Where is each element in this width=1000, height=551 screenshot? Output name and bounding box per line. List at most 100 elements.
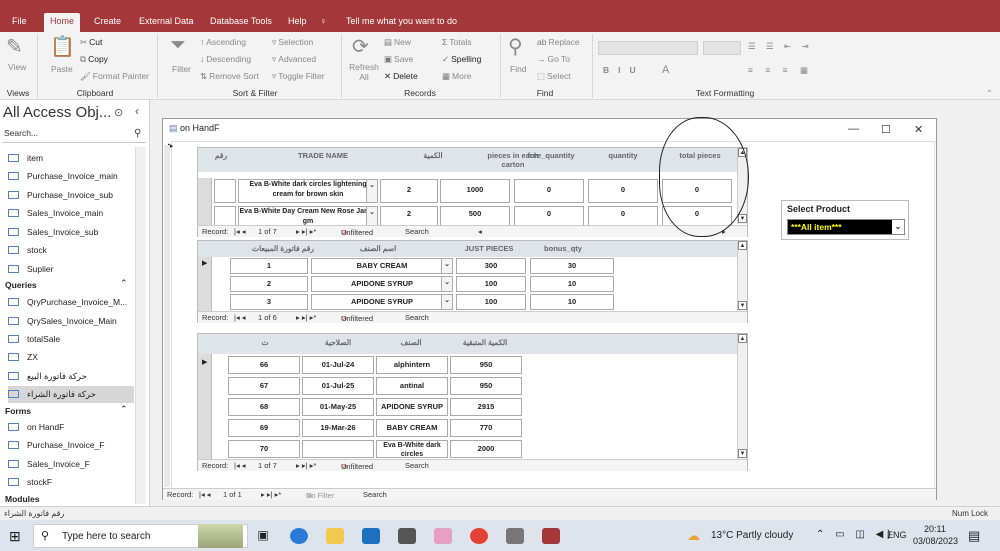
table-cell[interactable]: 70 — [228, 440, 300, 458]
nav-scrollbar[interactable] — [135, 147, 146, 504]
weather-text[interactable]: 13°C Partly cloudy — [711, 530, 793, 541]
table-cell[interactable]: 100 — [456, 294, 526, 310]
save-button[interactable]: ▣ Save — [384, 54, 413, 65]
table-cell[interactable]: BABY CREAM — [376, 419, 448, 437]
advanced-button[interactable]: ▿ Advanced — [272, 54, 316, 65]
chevron-down-icon[interactable]: ⌄ — [441, 259, 452, 273]
delete-button[interactable]: ✕ Delete — [384, 71, 418, 82]
view-button[interactable]: View — [8, 62, 26, 72]
toggle-filter-button[interactable]: ▿ Toggle Filter — [272, 71, 325, 82]
first-record-button[interactable]: |◂ ◂ — [199, 490, 211, 499]
table-cell[interactable]: 69 — [228, 419, 300, 437]
replace-button[interactable]: ab Replace — [537, 37, 580, 47]
chevron-down-icon[interactable]: ⌄ — [366, 180, 377, 202]
next-record-button[interactable]: ▸ ▸| ▸* — [296, 313, 316, 322]
table-cell[interactable]: 10 — [530, 294, 614, 310]
cut-button[interactable]: ✂ Cut — [80, 37, 102, 48]
nav-search-input[interactable]: Search... — [2, 128, 146, 143]
table-cell[interactable]: 2 — [380, 206, 438, 226]
table-cell[interactable]: APIDONE SYRUP — [376, 398, 448, 416]
record-search-box[interactable]: Search — [405, 313, 429, 322]
table-cell[interactable]: 3 — [230, 294, 308, 310]
tell-me-box[interactable]: Tell me what you want to do — [340, 13, 463, 32]
table-cell[interactable]: 1000 — [440, 179, 510, 203]
windows-start-icon[interactable]: ⊞ — [9, 528, 21, 545]
nav-query-item[interactable]: ZX — [8, 349, 134, 366]
nav-collapse-icon[interactable]: ‹ — [135, 104, 139, 118]
find-button[interactable]: Find — [510, 64, 527, 74]
record-search-box[interactable]: Search — [405, 227, 429, 236]
more-button[interactable]: ▦ More — [442, 71, 471, 82]
scroll-down-arrow[interactable]: ▼ — [738, 214, 747, 223]
scroll-down-arrow[interactable]: ▼ — [738, 301, 747, 310]
table-cell[interactable]: 950 — [450, 377, 522, 395]
tab-create[interactable]: Create — [88, 13, 127, 32]
chevron-up-icon[interactable]: ⌃ — [120, 278, 128, 289]
font-name-box[interactable] — [598, 41, 698, 55]
table-cell[interactable]: antinal — [376, 377, 448, 395]
tab-help[interactable]: Help — [282, 13, 313, 32]
vertical-scrollbar[interactable]: ▲ ▼ — [737, 334, 747, 459]
clock-time[interactable]: 20:11 — [924, 524, 946, 534]
chevron-down-icon[interactable]: ⌄ — [366, 207, 377, 225]
table-cell[interactable]: 2 — [380, 179, 438, 203]
access-icon[interactable] — [542, 528, 560, 544]
font-color-icon[interactable]: A — [662, 64, 669, 76]
selection-button[interactable]: ▿ Selection — [272, 37, 313, 48]
nav-query-item[interactable]: حركة فاتورة البيع — [8, 368, 134, 385]
nav-menu-icon[interactable]: ⊙ — [114, 106, 123, 119]
filter-button[interactable]: Filter — [172, 64, 191, 74]
table-cell[interactable]: 0 — [514, 179, 584, 203]
paste-icon[interactable]: 📋 — [50, 34, 75, 59]
record-position[interactable]: 1 of 6 — [258, 313, 277, 322]
table-cell[interactable]: 30 — [530, 258, 614, 274]
chevron-up-icon[interactable]: ⌃ — [120, 404, 128, 415]
minimize-icon[interactable]: — — [848, 123, 859, 135]
nav-table-purchase-invoice-sub[interactable]: Purchase_Invoice_sub — [8, 187, 134, 204]
descending-button[interactable]: ↓ Descending — [200, 54, 251, 64]
nav-queries-header[interactable]: Queries — [5, 280, 37, 290]
format-painter-button[interactable]: 🖌 Format Painter — [80, 71, 149, 82]
table-cell[interactable]: 01-Jul-24 — [302, 356, 374, 374]
record-search-box[interactable]: Search — [405, 461, 429, 470]
table-cell[interactable]: Eva B-White dark circles — [376, 440, 448, 458]
filter-icon[interactable]: ⏷ — [170, 34, 186, 57]
next-record-button[interactable]: ▸ ▸| ▸* — [296, 227, 316, 236]
remote-desktop-icon[interactable] — [506, 528, 524, 544]
copy-button[interactable]: ⧉ Copy — [80, 54, 108, 65]
vertical-scrollbar[interactable]: ▲ ▼ — [737, 241, 747, 311]
remove-sort-button[interactable]: ⇅ Remove Sort — [200, 71, 259, 82]
close-icon[interactable]: ✕ — [914, 123, 923, 136]
nav-query-item-selected[interactable]: حركة فاتورة الشراء — [8, 386, 134, 403]
tab-file[interactable]: File — [6, 13, 33, 32]
first-record-button[interactable]: |◂ ◂ — [234, 227, 246, 236]
nav-table-item[interactable]: item — [8, 150, 134, 167]
maximize-icon[interactable]: ☐ — [881, 123, 891, 136]
new-record-button[interactable]: ▤ New — [384, 37, 411, 48]
paint-icon[interactable] — [434, 528, 452, 544]
table-cell[interactable]: alphintern — [376, 356, 448, 374]
nav-query-item[interactable]: totalSale — [8, 331, 134, 348]
totals-button[interactable]: Σ Totals — [442, 37, 471, 47]
record-position[interactable]: 1 of 7 — [258, 227, 277, 236]
table-cell[interactable]: 68 — [228, 398, 300, 416]
nav-form-item[interactable]: Purchase_Invoice_F — [8, 437, 134, 454]
view-icon[interactable]: ✎ — [6, 34, 23, 59]
table-cell[interactable]: 100 — [456, 276, 526, 292]
first-record-button[interactable]: |◂ ◂ — [234, 313, 246, 322]
task-view-icon[interactable]: ▣ — [254, 528, 272, 544]
chevron-down-icon[interactable]: ⌄ — [441, 277, 452, 291]
table-cell[interactable]: 950 — [450, 356, 522, 374]
table-cell[interactable]: 10 — [530, 276, 614, 292]
table-cell[interactable]: 2 — [230, 276, 308, 292]
nav-forms-header[interactable]: Forms — [5, 406, 31, 416]
tray-icons[interactable]: ⌃ ▭ ◫ ◀) — [816, 529, 895, 540]
nav-query-item[interactable]: QrySales_Invoice_Main — [8, 313, 134, 330]
table-cell[interactable] — [302, 440, 374, 458]
spelling-button[interactable]: ✓ Spelling — [442, 54, 481, 65]
nav-query-item[interactable]: QryPurchase_Invoice_M... — [8, 294, 134, 311]
tab-database-tools[interactable]: Database Tools — [204, 13, 278, 32]
table-cell[interactable] — [214, 206, 236, 226]
font-size-box[interactable] — [703, 41, 741, 55]
table-cell[interactable]: 300 — [456, 258, 526, 274]
